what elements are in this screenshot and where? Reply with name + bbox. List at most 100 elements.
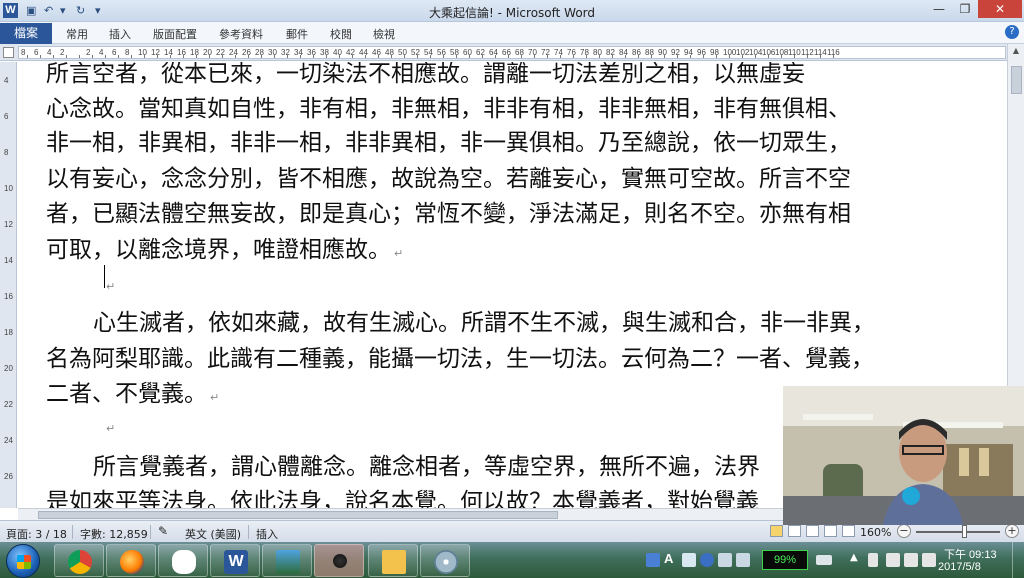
clock-date[interactable]: 2017/5/8	[938, 561, 981, 573]
zoom-level[interactable]: 160%	[860, 526, 891, 539]
divider	[72, 525, 73, 539]
ruler-tick	[599, 55, 600, 58]
ruler-tick	[833, 55, 834, 58]
start-button[interactable]	[6, 544, 40, 578]
file-explorer-icon[interactable]	[368, 544, 418, 577]
text-line: 二者、不覺義。 ↵	[46, 381, 220, 407]
tray-app-icon[interactable]	[646, 553, 660, 567]
text-line: 心生滅者，依如來藏，故有生滅心。所謂不生不滅，與生滅和合，非一非異，	[93, 310, 875, 336]
tab-home[interactable]: 常用	[66, 26, 88, 42]
web-layout-icon[interactable]	[806, 525, 819, 537]
outline-view-icon[interactable]	[824, 525, 837, 537]
system-tray: A 99% ▲ 下午 09:13 2017/5/8	[642, 542, 1024, 578]
vertical-ruler-number: 26	[4, 472, 13, 481]
ruler-number: 46	[372, 48, 381, 57]
ruler-tick	[612, 55, 613, 58]
ruler-tick	[547, 55, 548, 58]
wechat-icon[interactable]	[158, 544, 208, 577]
battery-indicator[interactable]: 99%	[762, 550, 808, 570]
close-button[interactable]: ✕	[978, 0, 1022, 18]
webcam-video-overlay	[783, 386, 1024, 525]
ruler-number: 4	[99, 48, 104, 57]
ruler-number: 8	[125, 48, 130, 57]
ruler-number: 86	[632, 48, 641, 57]
page-count[interactable]: 頁面: 3 / 18	[6, 526, 67, 542]
phone-icon[interactable]	[868, 553, 878, 567]
ruler-tick	[40, 55, 41, 58]
power-plug-icon[interactable]	[816, 555, 832, 565]
insert-mode[interactable]: 插入	[256, 526, 278, 542]
word-count[interactable]: 字數: 12,859	[80, 526, 148, 542]
ruler-number: 74	[554, 48, 563, 57]
keyboard-icon[interactable]	[718, 553, 732, 567]
ruler-tick	[690, 55, 691, 58]
tab-review[interactable]: 校閱	[330, 26, 352, 42]
ruler-tick	[729, 55, 730, 58]
window-title: 大乘起信論! - Microsoft Word	[428, 6, 596, 20]
ruler-number: 80	[593, 48, 602, 57]
clock-time[interactable]: 下午 09:13	[944, 546, 997, 562]
vertical-ruler-number: 6	[4, 112, 9, 121]
ruler-tick	[326, 55, 327, 58]
ruler-number: 72	[541, 48, 550, 57]
show-desktop-button[interactable]	[1012, 542, 1024, 578]
tab-view[interactable]: 檢視	[373, 26, 395, 42]
scroll-up-icon[interactable]: ▲	[1010, 46, 1022, 56]
tab-insert[interactable]: 插入	[109, 26, 131, 42]
show-hidden-icons[interactable]: ▲	[850, 552, 864, 566]
ruler-tick	[183, 55, 184, 58]
ruler-tick	[222, 55, 223, 58]
language-indicator[interactable]: 英文 (美國)	[185, 526, 241, 542]
ruler-number: 38	[320, 48, 329, 57]
tab-selector-button[interactable]	[3, 47, 14, 58]
vertical-ruler-number: 22	[4, 400, 13, 409]
ruler-tick	[430, 55, 431, 58]
ruler-tick	[716, 55, 717, 58]
text-line: 名為阿梨耶識。此識有二種義，能攝一切法，生一切法。云何為二？一者、覺義，	[46, 346, 874, 372]
tab-mailings[interactable]: 郵件	[286, 26, 308, 42]
word-icon[interactable]: W	[210, 544, 260, 577]
network-icon[interactable]	[904, 553, 918, 567]
language-bar-icon[interactable]: A	[664, 551, 678, 566]
battery-tray-icon[interactable]	[886, 553, 900, 567]
proofing-icon[interactable]: ✎	[158, 524, 168, 538]
ruler-tick	[703, 55, 704, 58]
tab-file[interactable]: 檔案	[0, 23, 52, 44]
draft-view-icon[interactable]	[842, 525, 855, 537]
tab-page-layout[interactable]: 版面配置	[153, 26, 197, 42]
media-disc-icon[interactable]	[420, 544, 470, 577]
help-tray-icon[interactable]	[700, 553, 714, 567]
ruler-number: 2	[86, 48, 91, 57]
ruler-number: 18	[190, 48, 199, 57]
ruler-tick	[53, 55, 54, 58]
full-screen-reading-icon[interactable]	[788, 525, 801, 537]
chrome-icon[interactable]	[54, 544, 104, 577]
restore-button[interactable]: ❐	[952, 0, 978, 18]
ruler-tick	[27, 55, 28, 58]
zoom-out-button[interactable]: −	[897, 524, 911, 538]
volume-icon[interactable]	[922, 553, 936, 567]
zoom-in-button[interactable]: +	[1005, 524, 1019, 538]
text-line: 所言覺義者，謂心體離念。離念相者，等虛空界，無所不遍，法界	[93, 454, 760, 480]
minimize-button[interactable]: —	[926, 0, 952, 18]
ruler-tick	[820, 55, 821, 58]
scrollbar-thumb[interactable]	[38, 511, 558, 519]
ruler-tick	[781, 55, 782, 58]
ruler-number: 30	[268, 48, 277, 57]
settings-tray-icon[interactable]	[736, 553, 750, 567]
ruler-number: 48	[385, 48, 394, 57]
microphone-recorder-icon[interactable]	[314, 544, 364, 577]
zoom-slider[interactable]	[916, 531, 1000, 533]
photo-viewer-icon[interactable]	[262, 544, 312, 577]
ruler-scale[interactable]: 8 6 4 2 2 4 6 8 10 12 14 16 18 20 22 24 26 28 30 32 34 36 38 40…	[18, 46, 1006, 59]
scrollbar-thumb[interactable]	[1011, 66, 1022, 94]
title-bar: W ▣ ↶ ▾ ↻ ▾ 大乘起信論! - Microsoft Word — ❐ …	[0, 0, 1024, 22]
tab-references[interactable]: 參考資料	[219, 26, 263, 42]
firefox-icon[interactable]	[106, 544, 156, 577]
ime-icon[interactable]	[682, 553, 696, 567]
ruler-number: 50	[398, 48, 407, 57]
zoom-slider-thumb[interactable]	[962, 525, 967, 538]
help-icon[interactable]: ?	[1005, 25, 1019, 39]
print-layout-icon[interactable]	[770, 525, 783, 537]
ruler-tick	[196, 55, 197, 58]
